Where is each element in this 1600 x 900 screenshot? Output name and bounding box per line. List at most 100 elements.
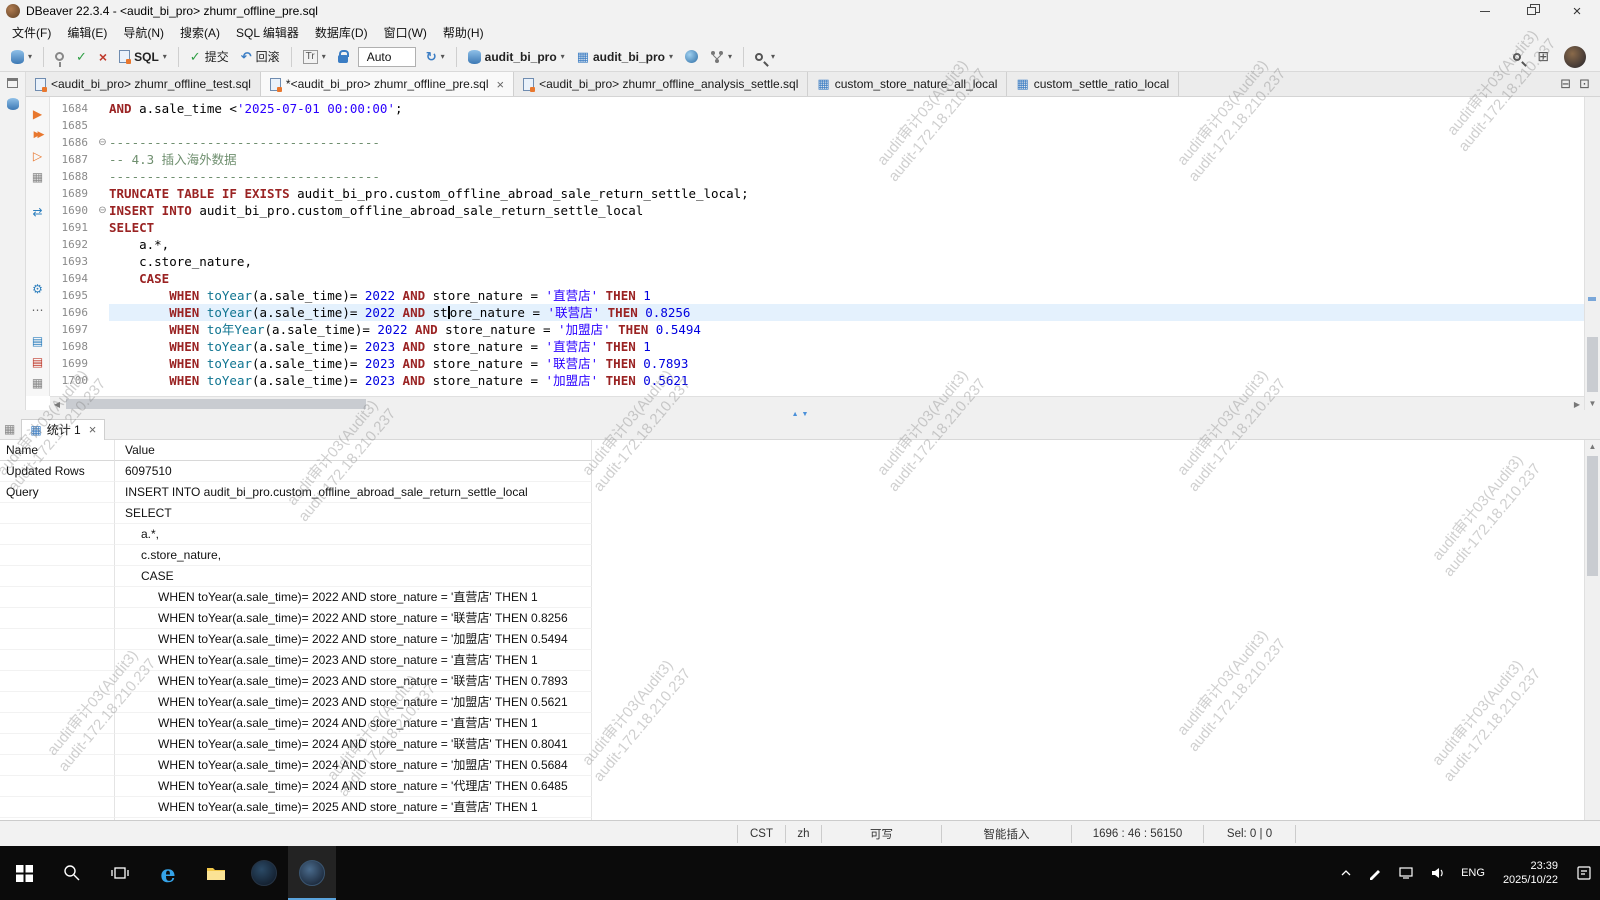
file-explorer-icon[interactable]: [192, 846, 240, 900]
collapse-up-icon[interactable]: ▲: [792, 411, 799, 418]
code-line[interactable]: 1699 WHEN toYear(a.sale_time)= 2023 AND …: [50, 355, 1584, 372]
menu-item-navigate[interactable]: 导航(N): [115, 22, 172, 43]
tab-statistics[interactable]: ▦ 统计 1 ×: [21, 419, 105, 440]
fold-marker[interactable]: ⊖: [96, 137, 109, 148]
edge-browser-icon[interactable]: e: [144, 846, 192, 900]
dbeaver-taskbar-icon[interactable]: [288, 846, 336, 900]
editor-tab[interactable]: *<audit_bi_pro> zhumr_offline_pre.sql×: [261, 72, 514, 96]
table-row[interactable]: WHEN toYear(a.sale_time)= 2022 AND store…: [0, 629, 1584, 650]
refresh-button[interactable]: ↻▾: [421, 45, 450, 69]
table-row[interactable]: CASE: [0, 566, 1584, 587]
taskbar-app1-icon[interactable]: [240, 846, 288, 900]
table-row[interactable]: WHEN toYear(a.sale_time)= 2023 AND store…: [0, 692, 1584, 713]
close-tab-icon[interactable]: ×: [497, 77, 505, 92]
menu-item-help[interactable]: 帮助(H): [435, 22, 492, 43]
code-line[interactable]: 1693 c.store_nature,: [50, 253, 1584, 270]
code-line[interactable]: 1687-- 4.3 插入海外数据: [50, 151, 1584, 168]
status-caret-position[interactable]: 1696 : 46 : 56150: [1071, 825, 1203, 843]
new-connection-button[interactable]: ▾: [6, 45, 37, 69]
status-selection[interactable]: Sel: 0 | 0: [1203, 825, 1295, 843]
tray-pen-icon[interactable]: [1360, 846, 1390, 900]
menu-item-sql-editor[interactable]: SQL 编辑器: [228, 22, 307, 43]
globe-button[interactable]: [680, 45, 703, 69]
scroll-down-icon[interactable]: ▼: [1585, 397, 1600, 410]
action-center-icon[interactable]: [1568, 846, 1600, 900]
editor-tab[interactable]: <audit_bi_pro> zhumr_offline_test.sql: [26, 72, 261, 96]
code-line[interactable]: 1697 WHEN to年Year(a.sale_time)= 2022 AND…: [50, 321, 1584, 338]
search-dropdown[interactable]: ▾: [750, 45, 780, 69]
code-line[interactable]: 1694 CASE: [50, 270, 1584, 287]
minimize-button[interactable]: [1462, 0, 1508, 22]
rollback-button[interactable]: ↶回滚: [236, 45, 285, 69]
database-navigator-icon[interactable]: [7, 98, 19, 110]
status-language[interactable]: zh: [785, 825, 821, 843]
table-row[interactable]: Updated Rows6097510: [0, 461, 1584, 482]
settings-gear-icon[interactable]: ⚙: [26, 278, 49, 299]
table-row[interactable]: WHEN toYear(a.sale_time)= 2024 AND store…: [0, 734, 1584, 755]
execute-new-tab-icon[interactable]: ▷: [26, 145, 49, 166]
code-line[interactable]: 1685: [50, 117, 1584, 134]
code-line[interactable]: 1684AND a.sale_time <'2025-07-01 00:00:0…: [50, 100, 1584, 117]
branch-button[interactable]: ▾: [705, 45, 737, 69]
column-header-name[interactable]: Name: [0, 440, 115, 461]
editor-tab[interactable]: ▦custom_store_nature_all_local: [808, 72, 1007, 96]
confirm-button[interactable]: ✓: [71, 45, 92, 69]
scroll-left-icon[interactable]: ◀: [50, 397, 64, 411]
more-options-icon[interactable]: ⋯: [26, 299, 49, 320]
table-row[interactable]: WHEN toYear(a.sale_time)= 2023 AND store…: [0, 650, 1584, 671]
menu-item-search[interactable]: 搜索(A): [172, 22, 228, 43]
autocommit-lock-button[interactable]: [333, 45, 353, 69]
tray-network-icon[interactable]: [1390, 846, 1422, 900]
status-insert-mode[interactable]: 智能插入: [941, 825, 1071, 843]
panel-splitter[interactable]: ▲▼: [0, 410, 1600, 418]
export-result-icon[interactable]: ⇄: [26, 201, 49, 222]
table-row[interactable]: WHEN toYear(a.sale_time)= 2024 AND store…: [0, 713, 1584, 734]
maximize-editor-icon[interactable]: ⊡: [1579, 76, 1590, 92]
scroll-up-icon[interactable]: ▲: [1585, 440, 1600, 453]
table-row[interactable]: c.store_nature,: [0, 545, 1584, 566]
fold-marker[interactable]: ⊖: [96, 205, 109, 216]
code-line[interactable]: 1690⊖INSERT INTO audit_bi_pro.custom_off…: [50, 202, 1584, 219]
code-line[interactable]: 1689TRUNCATE TABLE IF EXISTS audit_bi_pr…: [50, 185, 1584, 202]
menu-item-file[interactable]: 文件(F): [4, 22, 59, 43]
results-vertical-scrollbar[interactable]: ▲: [1584, 440, 1600, 820]
minimize-editor-icon[interactable]: ⊟: [1560, 76, 1571, 92]
taskbar-clock[interactable]: 23:39 2025/10/22: [1493, 859, 1568, 887]
column-header-value[interactable]: Value: [115, 440, 592, 461]
code-line[interactable]: 1692 a.*,: [50, 236, 1584, 253]
perspective-button[interactable]: ⊞: [1532, 45, 1554, 69]
start-button[interactable]: [0, 846, 48, 900]
code-line[interactable]: 1698 WHEN toYear(a.sale_time)= 2023 AND …: [50, 338, 1584, 355]
close-statistics-tab-icon[interactable]: ×: [89, 422, 97, 437]
status-timezone[interactable]: CST: [737, 825, 785, 843]
schema-selector[interactable]: ▦audit_bi_pro▾: [572, 45, 678, 69]
task-view-button[interactable]: [96, 846, 144, 900]
pin-button[interactable]: [50, 45, 69, 69]
table-row[interactable]: WHEN toYear(a.sale_time)= 2022 AND store…: [0, 587, 1584, 608]
editor-vertical-scrollbar[interactable]: ▼: [1584, 97, 1600, 410]
database-selector[interactable]: audit_bi_pro▾: [463, 45, 570, 69]
quick-search-button[interactable]: [1508, 45, 1530, 69]
taskbar-search-button[interactable]: [48, 846, 96, 900]
table-row[interactable]: WHEN toYear(a.sale_time)= 2024 AND store…: [0, 755, 1584, 776]
scroll-right-icon[interactable]: ▶: [1570, 397, 1584, 411]
scrollbar-thumb[interactable]: [66, 399, 366, 409]
code-line[interactable]: 1695 WHEN toYear(a.sale_time)= 2022 AND …: [50, 287, 1584, 304]
close-button[interactable]: ×: [1554, 0, 1600, 22]
table-row[interactable]: WHEN toYear(a.sale_time)= 2023 AND store…: [0, 671, 1584, 692]
editor-horizontal-scrollbar[interactable]: ◀ ▶: [50, 396, 1584, 410]
code-line[interactable]: 1686⊖-----------------------------------…: [50, 134, 1584, 151]
collapse-down-icon[interactable]: ▼: [802, 411, 809, 418]
table-row[interactable]: SELECT: [0, 503, 1584, 524]
table-row[interactable]: WHEN toYear(a.sale_time)= 2022 AND store…: [0, 608, 1584, 629]
sql-editor-dropdown[interactable]: SQL▾: [114, 45, 172, 69]
menu-item-database[interactable]: 数据库(D): [307, 22, 376, 43]
commit-button[interactable]: ✓提交: [185, 45, 234, 69]
editor-tab[interactable]: <audit_bi_pro> zhumr_offline_analysis_se…: [514, 72, 808, 96]
sql-editor[interactable]: 1684AND a.sale_time <'2025-07-01 00:00:0…: [50, 97, 1584, 396]
restore-view-icon[interactable]: [7, 78, 18, 88]
code-line[interactable]: 1696 WHEN toYear(a.sale_time)= 2022 AND …: [50, 304, 1584, 321]
execute-sql-icon[interactable]: ▶: [26, 103, 49, 124]
menu-item-edit[interactable]: 编辑(E): [59, 22, 115, 43]
autocommit-mode-box[interactable]: Auto: [358, 47, 416, 67]
